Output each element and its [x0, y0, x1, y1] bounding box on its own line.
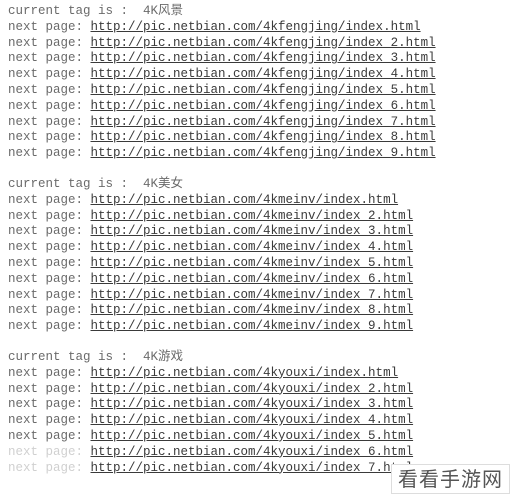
url-line: next page: http://pic.netbian.com/4kfeng…: [8, 115, 508, 131]
line-prefix: next page:: [8, 193, 91, 207]
page-url-link[interactable]: http://pic.netbian.com/4kmeinv/index_2.h…: [91, 209, 414, 223]
page-url-link[interactable]: http://pic.netbian.com/4kmeinv/index_6.h…: [91, 272, 414, 286]
page-url-link[interactable]: http://pic.netbian.com/4kmeinv/index_7.h…: [91, 288, 414, 302]
page-url-link[interactable]: http://pic.netbian.com/4kyouxi/index_3.h…: [91, 397, 414, 411]
line-prefix: next page:: [8, 146, 91, 160]
line-prefix: next page:: [8, 99, 91, 113]
page-url-link[interactable]: http://pic.netbian.com/4kmeinv/index_4.h…: [91, 240, 414, 254]
line-prefix: next page:: [8, 115, 91, 129]
url-line: next page: http://pic.netbian.com/4kfeng…: [8, 146, 508, 162]
page-url-link[interactable]: http://pic.netbian.com/4kmeinv/index_5.h…: [91, 256, 414, 270]
url-line: next page: http://pic.netbian.com/4kmein…: [8, 224, 508, 240]
console-output: current tag is : 4K风景next page: http://p…: [0, 0, 516, 480]
page-url-link[interactable]: http://pic.netbian.com/4kfengjing/index_…: [91, 130, 436, 144]
page-url-link[interactable]: http://pic.netbian.com/4kfengjing/index_…: [91, 115, 436, 129]
url-line: next page: http://pic.netbian.com/4kyoux…: [8, 397, 508, 413]
tag-header-prefix: current tag is :: [8, 350, 143, 364]
url-line: next page: http://pic.netbian.com/4kmein…: [8, 240, 508, 256]
line-prefix: next page:: [8, 83, 91, 97]
line-prefix: next page:: [8, 366, 91, 380]
tag-header-prefix: current tag is :: [8, 4, 143, 18]
page-url-link[interactable]: http://pic.netbian.com/4kyouxi/index_6.h…: [91, 445, 414, 459]
tag-header-prefix: current tag is :: [8, 177, 143, 191]
line-prefix: next page:: [8, 382, 91, 396]
url-line: next page: http://pic.netbian.com/4kyoux…: [8, 366, 508, 382]
url-line: next page: http://pic.netbian.com/4kmein…: [8, 303, 508, 319]
url-line: next page: http://pic.netbian.com/4kmein…: [8, 256, 508, 272]
watermark-overlay: 看看手游网: [391, 464, 510, 494]
line-prefix: next page:: [8, 67, 91, 81]
url-line: next page: http://pic.netbian.com/4kmein…: [8, 319, 508, 335]
line-prefix: next page:: [8, 240, 91, 254]
page-url-link[interactable]: http://pic.netbian.com/4kfengjing/index_…: [91, 36, 436, 50]
page-url-link[interactable]: http://pic.netbian.com/4kfengjing/index_…: [91, 99, 436, 113]
url-line: next page: http://pic.netbian.com/4kmein…: [8, 272, 508, 288]
line-prefix: next page:: [8, 303, 91, 317]
url-line: next page: http://pic.netbian.com/4kfeng…: [8, 130, 508, 146]
line-prefix: next page:: [8, 272, 91, 286]
page-url-link[interactable]: http://pic.netbian.com/4kfengjing/index_…: [91, 51, 436, 65]
url-line: next page: http://pic.netbian.com/4kmein…: [8, 288, 508, 304]
tag-header-line: current tag is : 4K风景: [8, 4, 508, 20]
page-url-link[interactable]: http://pic.netbian.com/4kfengjing/index_…: [91, 83, 436, 97]
page-url-link[interactable]: http://pic.netbian.com/4kmeinv/index_8.h…: [91, 303, 414, 317]
page-url-link[interactable]: http://pic.netbian.com/4kyouxi/index_4.h…: [91, 413, 414, 427]
page-url-link[interactable]: http://pic.netbian.com/4kyouxi/index_7.h…: [91, 461, 414, 475]
line-prefix: next page:: [8, 130, 91, 144]
url-line: next page: http://pic.netbian.com/4kyoux…: [8, 413, 508, 429]
url-line: next page: http://pic.netbian.com/4kfeng…: [8, 99, 508, 115]
page-url-link[interactable]: http://pic.netbian.com/4kfengjing/index.…: [91, 20, 421, 34]
url-line: next page: http://pic.netbian.com/4kyoux…: [8, 429, 508, 445]
page-url-link[interactable]: http://pic.netbian.com/4kyouxi/index_2.h…: [91, 382, 414, 396]
line-prefix: next page:: [8, 51, 91, 65]
line-prefix: next page:: [8, 429, 91, 443]
line-prefix: next page:: [8, 20, 91, 34]
page-url-link[interactable]: http://pic.netbian.com/4kyouxi/index.htm…: [91, 366, 399, 380]
line-prefix: next page:: [8, 445, 91, 459]
tag-header-line: current tag is : 4K游戏: [8, 350, 508, 366]
line-prefix: next page:: [8, 461, 91, 475]
page-url-link[interactable]: http://pic.netbian.com/4kyouxi/index_5.h…: [91, 429, 414, 443]
line-prefix: next page:: [8, 288, 91, 302]
group-spacer: [8, 335, 508, 350]
page-url-link[interactable]: http://pic.netbian.com/4kfengjing/index_…: [91, 67, 436, 81]
url-line: next page: http://pic.netbian.com/4kfeng…: [8, 83, 508, 99]
tag-name: 4K美女: [143, 177, 183, 191]
url-line: next page: http://pic.netbian.com/4kmein…: [8, 193, 508, 209]
page-url-link[interactable]: http://pic.netbian.com/4kmeinv/index.htm…: [91, 193, 399, 207]
line-prefix: next page:: [8, 36, 91, 50]
tag-header-line: current tag is : 4K美女: [8, 177, 508, 193]
url-line: next page: http://pic.netbian.com/4kfeng…: [8, 20, 508, 36]
url-line: next page: http://pic.netbian.com/4kfeng…: [8, 36, 508, 52]
tag-name: 4K游戏: [143, 350, 183, 364]
url-line: next page: http://pic.netbian.com/4kfeng…: [8, 67, 508, 83]
line-prefix: next page:: [8, 319, 91, 333]
page-url-link[interactable]: http://pic.netbian.com/4kmeinv/index_3.h…: [91, 224, 414, 238]
url-line: next page: http://pic.netbian.com/4kmein…: [8, 209, 508, 225]
line-prefix: next page:: [8, 397, 91, 411]
line-prefix: next page:: [8, 209, 91, 223]
line-prefix: next page:: [8, 413, 91, 427]
page-url-link[interactable]: http://pic.netbian.com/4kfengjing/index_…: [91, 146, 436, 160]
page-url-link[interactable]: http://pic.netbian.com/4kmeinv/index_9.h…: [91, 319, 414, 333]
url-line: next page: http://pic.netbian.com/4kfeng…: [8, 51, 508, 67]
line-prefix: next page:: [8, 224, 91, 238]
group-spacer: [8, 162, 508, 177]
url-line: next page: http://pic.netbian.com/4kyoux…: [8, 445, 508, 461]
watermark-text: 看看手游网: [398, 469, 503, 491]
line-prefix: next page:: [8, 256, 91, 270]
tag-name: 4K风景: [143, 4, 183, 18]
url-line: next page: http://pic.netbian.com/4kyoux…: [8, 382, 508, 398]
